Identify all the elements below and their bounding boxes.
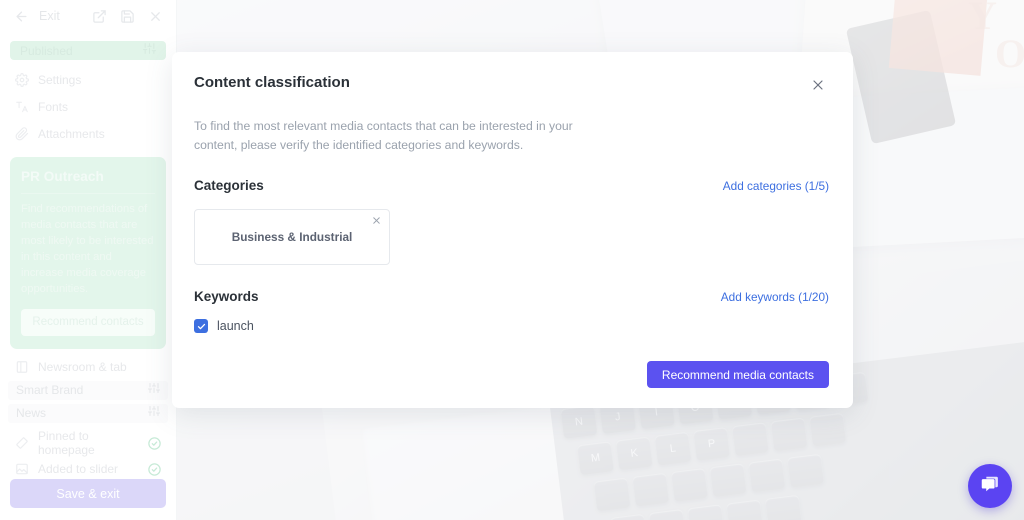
dialog-header: Content classification bbox=[194, 74, 829, 96]
close-icon[interactable] bbox=[807, 74, 829, 96]
categories-section-header: Categories Add categories (1/5) bbox=[194, 178, 829, 193]
add-keywords-link[interactable]: Add keywords (1/20) bbox=[721, 290, 829, 304]
content-classification-dialog: Content classification To find the most … bbox=[172, 52, 853, 408]
keyword-checkbox[interactable] bbox=[194, 319, 208, 334]
close-icon[interactable] bbox=[369, 214, 383, 228]
chat-bubbles-icon bbox=[979, 474, 1001, 499]
keyword-item[interactable]: launch bbox=[194, 319, 829, 334]
keywords-heading: Keywords bbox=[194, 289, 259, 305]
categories-heading: Categories bbox=[194, 178, 264, 194]
dialog-title: Content classification bbox=[194, 74, 350, 91]
recommend-media-contacts-button[interactable]: Recommend media contacts bbox=[646, 361, 829, 388]
chat-widget-button[interactable] bbox=[968, 464, 1012, 508]
category-card[interactable]: Business & Industrial bbox=[194, 209, 390, 266]
app-root: Y O NJI OP MKL P bbox=[0, 0, 1024, 520]
keywords-section-header: Keywords Add keywords (1/20) bbox=[194, 289, 829, 304]
dialog-actions: Recommend media contacts bbox=[646, 361, 829, 388]
category-name: Business & Industrial bbox=[231, 230, 353, 245]
keyword-label: launch bbox=[217, 319, 254, 334]
dialog-description: To find the most relevant media contacts… bbox=[194, 119, 573, 152]
add-categories-link[interactable]: Add categories (1/5) bbox=[723, 179, 829, 193]
